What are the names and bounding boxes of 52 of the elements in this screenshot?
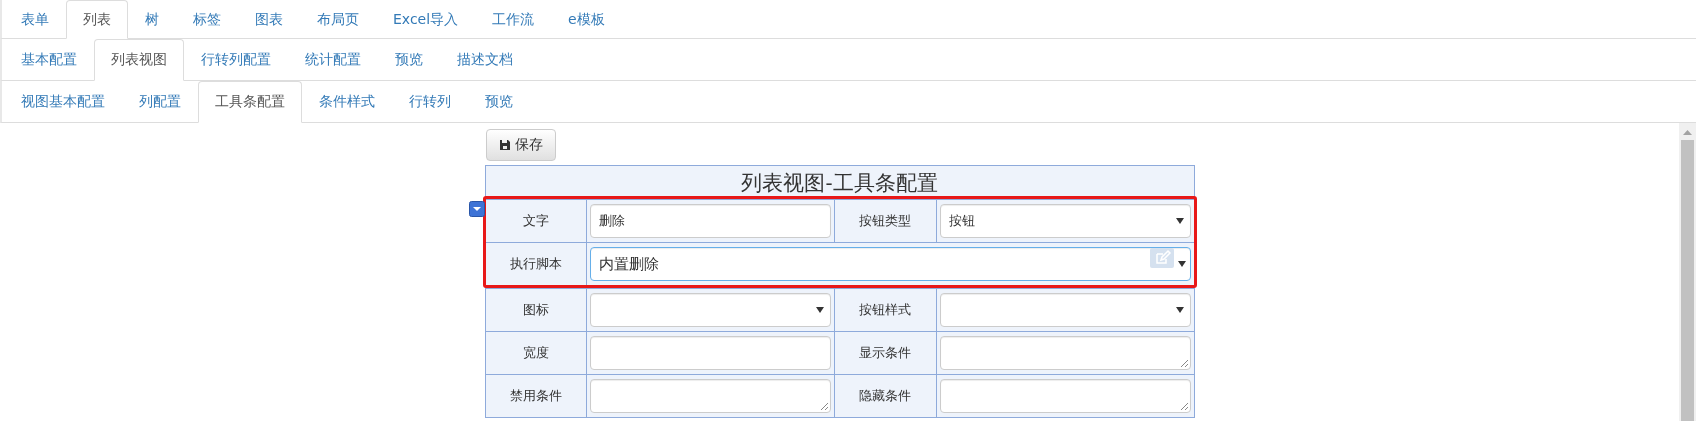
caret-icon	[1175, 307, 1184, 313]
field-label: 图标	[485, 289, 587, 331]
resize-grip-icon	[1179, 402, 1188, 410]
tab[interactable]: 标签	[176, 0, 238, 39]
tab[interactable]: 统计配置	[288, 39, 378, 81]
tab[interactable]: 表单	[4, 0, 66, 39]
tab[interactable]: Excel导入	[376, 0, 476, 39]
text-area[interactable]	[589, 379, 831, 413]
field-label: 显示条件	[834, 332, 937, 374]
script-field[interactable]: 内置删除	[589, 247, 1191, 281]
tab[interactable]: 预览	[378, 39, 440, 81]
tab[interactable]: 行转列配置	[184, 39, 288, 81]
scroll-thumb[interactable]	[1681, 140, 1694, 421]
tab[interactable]: 描述文档	[440, 39, 530, 81]
resize-grip-icon	[1179, 359, 1188, 367]
select-field[interactable]	[589, 293, 831, 327]
field-label: 宽度	[485, 332, 587, 374]
scrollbar[interactable]	[1679, 123, 1696, 421]
text-area[interactable]	[939, 379, 1191, 413]
select-field[interactable]: 按钮	[939, 204, 1191, 238]
caret-icon	[1175, 218, 1184, 224]
tab[interactable]: 工作流	[475, 0, 552, 39]
tab[interactable]: 图表	[238, 0, 300, 39]
tab[interactable]: 基本配置	[4, 39, 94, 81]
scroll-up-icon[interactable]	[1683, 130, 1692, 135]
field-label: 执行脚本	[485, 243, 587, 285]
collapse-icon[interactable]	[468, 201, 485, 217]
field-label: 文字	[485, 200, 587, 242]
edit-icon[interactable]	[1149, 248, 1174, 268]
tab[interactable]: 工具条配置	[198, 81, 302, 123]
tab[interactable]: 列表	[66, 0, 128, 39]
select-field[interactable]	[939, 293, 1191, 327]
tab[interactable]: e模板	[551, 0, 622, 39]
tab[interactable]: 布局页	[300, 0, 376, 39]
tab[interactable]: 列配置	[122, 81, 198, 123]
field-label: 隐藏条件	[834, 375, 937, 417]
tab[interactable]: 视图基本配置	[4, 81, 122, 123]
input-field[interactable]	[589, 336, 831, 370]
save-button[interactable]: 保存	[485, 129, 556, 161]
tab[interactable]: 预览	[468, 81, 530, 123]
tab[interactable]: 行转列	[392, 81, 468, 123]
field-label: 按钮样式	[834, 289, 937, 331]
tab[interactable]: 条件样式	[302, 81, 392, 123]
resize-grip-icon	[819, 402, 828, 410]
tab[interactable]: 树	[128, 0, 176, 39]
caret-icon	[815, 307, 824, 313]
text-area[interactable]	[939, 336, 1191, 370]
caret-icon	[1177, 261, 1186, 267]
field-label: 禁用条件	[485, 375, 587, 417]
input-field[interactable]: 删除	[589, 204, 831, 238]
tab[interactable]: 列表视图	[94, 39, 184, 81]
field-label: 按钮类型	[834, 200, 937, 242]
